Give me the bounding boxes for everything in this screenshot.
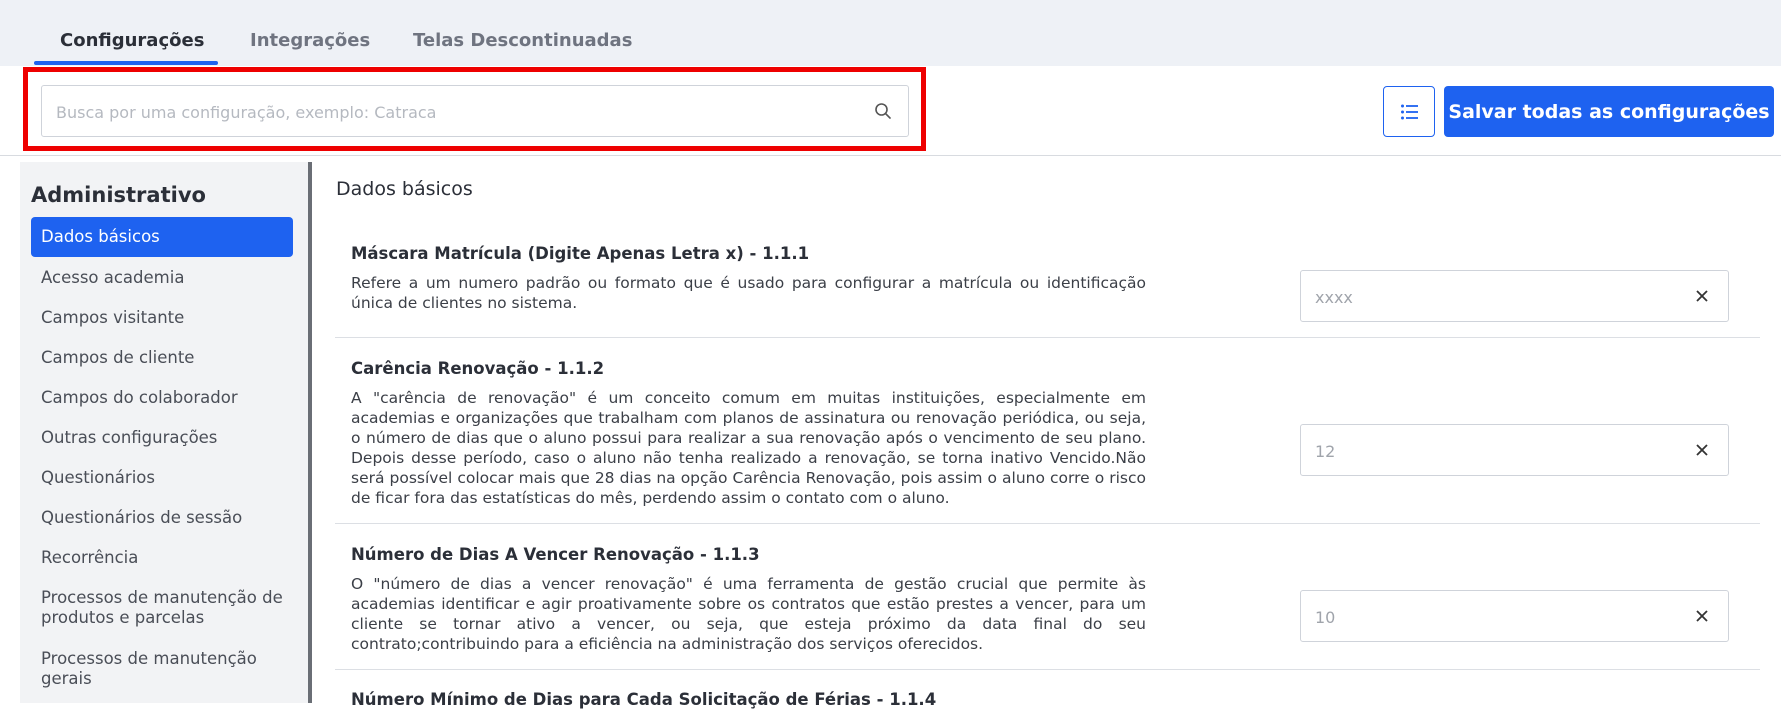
search-input[interactable] [54, 86, 858, 138]
sidebar-item-campos-colaborador[interactable]: Campos do colaborador [31, 388, 293, 408]
clear-icon[interactable] [1694, 442, 1710, 458]
config-description: O "número de dias a vencer renovação" é … [351, 575, 1146, 653]
active-tab-indicator [34, 61, 218, 65]
config-title: Máscara Matrícula (Digite Apenas Letra x… [351, 244, 810, 263]
sidebar-item-dados-basicos[interactable]: Dados básicos [31, 217, 293, 257]
sidebar-item-manutencao-produtos[interactable]: Processos de manutenção de produtos e pa… [31, 588, 293, 628]
search-icon[interactable] [874, 102, 892, 120]
config-value-field[interactable] [1300, 270, 1729, 323]
config-title: Carência Renovação - 1.1.2 [351, 359, 605, 378]
section-title: Dados básicos [336, 178, 473, 200]
config-description: Refere a um numero padrão ou formato que… [351, 274, 1146, 312]
toolbar-divider [0, 155, 1781, 156]
row-divider [335, 523, 1760, 524]
list-icon [1401, 104, 1418, 120]
tab-telas-descontinuadas[interactable]: Telas Descontinuadas [413, 30, 632, 51]
save-all-button[interactable]: Salvar todas as configurações [1444, 86, 1774, 137]
list-view-button[interactable] [1383, 86, 1435, 137]
config-title: Número de Dias A Vencer Renovação - 1.1.… [351, 545, 760, 564]
config-value-input[interactable] [1313, 271, 1677, 323]
sidebar-item-recorrencia[interactable]: Recorrência [31, 548, 293, 568]
tab-configuracoes[interactable]: Configurações [60, 30, 204, 51]
sidebar-item-acesso-academia[interactable]: Acesso academia [31, 268, 293, 288]
sidebar-item-manutencao-gerais[interactable]: Processos de manutenção gerais [31, 649, 293, 689]
sidebar-item-campos-visitante[interactable]: Campos visitante [31, 308, 293, 328]
tab-integracoes[interactable]: Integrações [250, 30, 370, 51]
search-field[interactable] [41, 85, 909, 138]
sidebar-item-campos-cliente[interactable]: Campos de cliente [31, 348, 293, 368]
clear-icon[interactable] [1694, 608, 1710, 624]
sidebar-item-questionarios-sessao[interactable]: Questionários de sessão [31, 508, 293, 528]
config-value-field[interactable] [1300, 590, 1729, 643]
sidebar-title: Administrativo [31, 183, 206, 207]
sidebar-item-questionarios[interactable]: Questionários [31, 468, 293, 488]
row-divider [335, 669, 1760, 670]
config-value-input[interactable] [1313, 425, 1677, 477]
config-value-field[interactable] [1300, 424, 1729, 477]
config-title: Número Mínimo de Dias para Cada Solicita… [351, 690, 937, 709]
sidebar-item-outras-configuracoes[interactable]: Outras configurações [31, 428, 293, 448]
sidebar-scrollbar[interactable] [308, 162, 312, 703]
config-value-input[interactable] [1313, 591, 1677, 643]
clear-icon[interactable] [1694, 288, 1710, 304]
config-description: A "carência de renovação" é um conceito … [351, 389, 1146, 507]
row-divider [335, 337, 1760, 338]
